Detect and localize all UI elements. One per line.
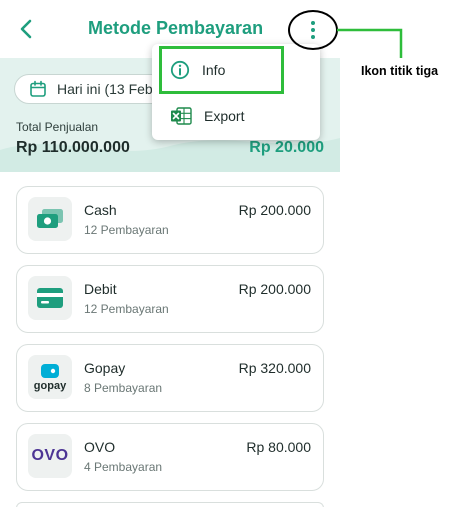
calendar-icon xyxy=(30,80,46,97)
payment-card-gopay[interactable]: gopay Gopay 8 Pembayaran Rp 320.000 xyxy=(16,344,324,412)
total-sales-value: Rp 110.000.000 xyxy=(16,139,130,156)
menu-item-label: Export xyxy=(204,108,245,124)
payment-name: Gopay xyxy=(84,360,126,376)
debit-card-icon xyxy=(28,276,72,320)
ovo-wordmark: OVO xyxy=(31,447,69,464)
gopay-wordmark: gopay xyxy=(33,379,67,392)
payment-card-debit[interactable]: Debit 12 Pembayaran Rp 200.000 xyxy=(16,265,324,333)
ovo-logo: OVO xyxy=(28,434,72,478)
payment-amount: Rp 200.000 xyxy=(238,281,311,297)
payment-amount: Rp 320.000 xyxy=(238,360,311,376)
payment-count: 8 Pembayaran xyxy=(84,381,163,395)
cash-icon xyxy=(28,197,72,241)
payment-card-cash[interactable]: Cash 12 Pembayaran Rp 200.000 xyxy=(16,186,324,254)
payment-name: Debit xyxy=(84,281,117,297)
payment-amount: Rp 80.000 xyxy=(246,439,311,455)
payment-card-ovo[interactable]: OVO OVO 4 Pembayaran Rp 80.000 xyxy=(16,423,324,491)
menu-item-export[interactable]: Export xyxy=(152,94,320,138)
more-button-circle-annotation xyxy=(288,10,338,50)
back-button[interactable] xyxy=(14,16,40,42)
payment-name: OVO xyxy=(84,439,116,455)
excel-icon xyxy=(171,107,192,125)
page-title: Metode Pembayaran xyxy=(88,18,264,38)
info-highlight-annotation xyxy=(159,46,284,94)
payment-count: 4 Pembayaran xyxy=(84,460,163,474)
phone-screen: Metode Pembayaran Hari ini (13 Feb Total… xyxy=(0,0,340,507)
payment-method-list: Cash 12 Pembayaran Rp 200.000 Debit 12 P… xyxy=(16,186,324,507)
total-sales-label: Total Penjualan xyxy=(16,120,99,134)
payment-count: 12 Pembayaran xyxy=(84,223,169,237)
secondary-value: Rp 20.000 xyxy=(249,139,324,156)
payment-amount: Rp 200.000 xyxy=(238,202,311,218)
date-filter[interactable]: Hari ini (13 Feb xyxy=(14,74,174,104)
date-filter-label: Hari ini (13 Feb xyxy=(57,81,153,97)
payment-card-partial[interactable] xyxy=(16,502,324,507)
payment-count: 12 Pembayaran xyxy=(84,302,169,316)
gopay-wallet-icon xyxy=(41,363,59,378)
gopay-logo: gopay xyxy=(28,355,72,399)
annotation-label: Ikon titik tiga xyxy=(361,64,439,78)
chevron-left-icon xyxy=(20,19,32,39)
payment-name: Cash xyxy=(84,202,117,218)
